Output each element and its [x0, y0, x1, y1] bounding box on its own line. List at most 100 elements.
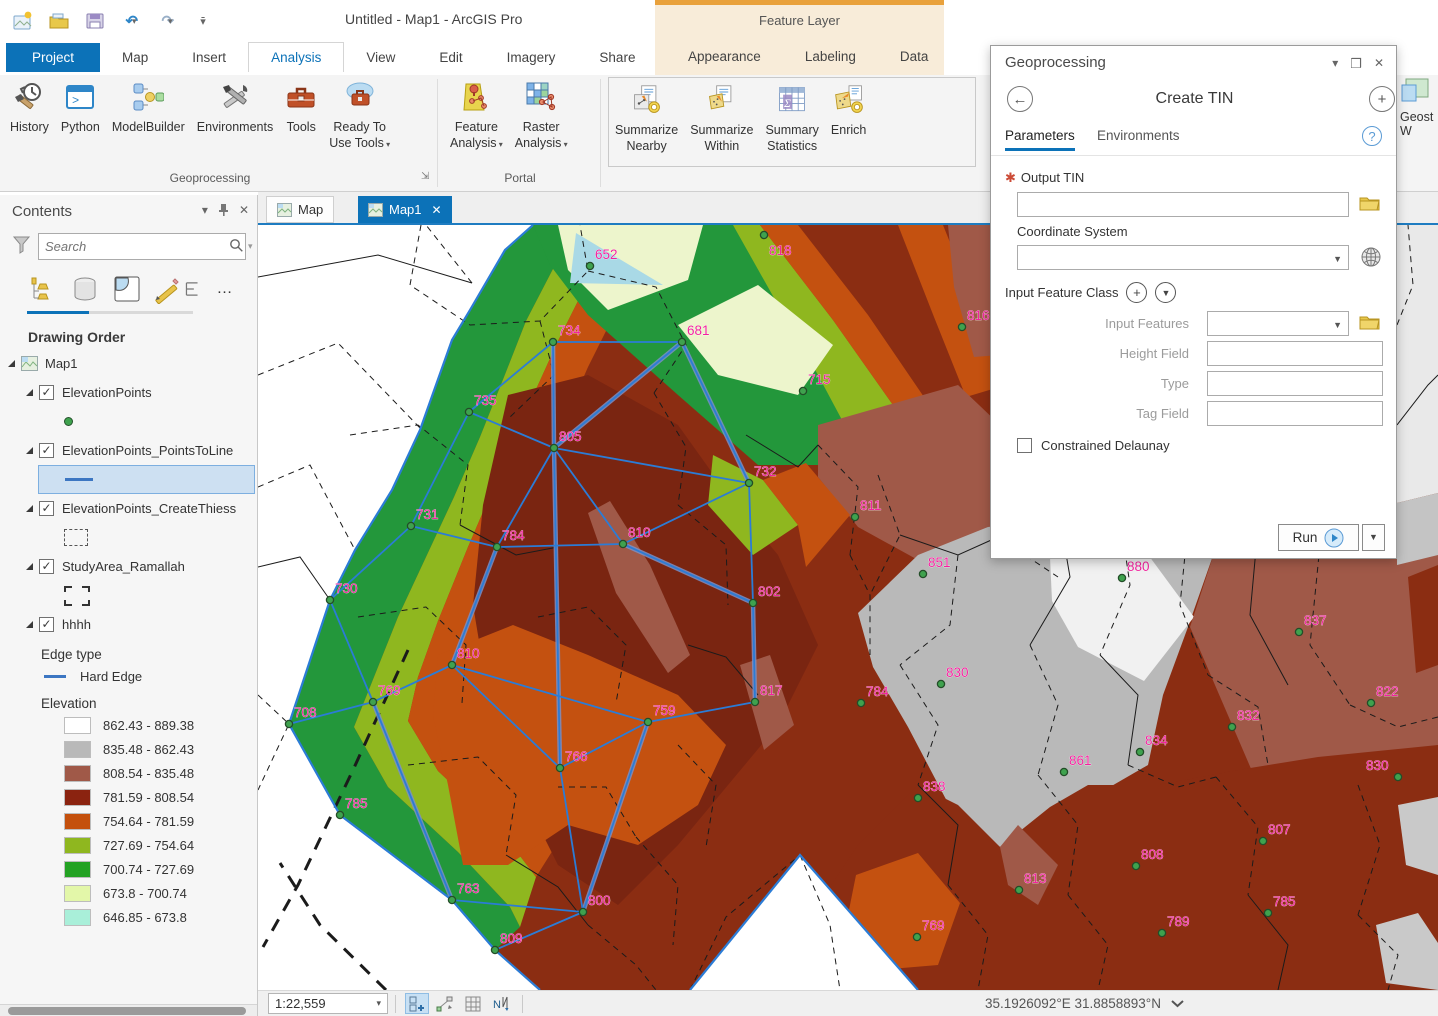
tree-item-elevationpoints-createthiess[interactable]: ✓ ElevationPoints_CreateThiess	[0, 494, 257, 523]
run-button[interactable]: Run	[1278, 524, 1359, 551]
type-input[interactable]	[1207, 371, 1383, 396]
constrained-delaunay-checkbox[interactable]	[1017, 438, 1032, 453]
elevation-point-731[interactable]	[406, 521, 416, 531]
grid-icon[interactable]	[461, 993, 485, 1014]
coordinate-system-select[interactable]: ▼	[1017, 245, 1349, 270]
close-icon[interactable]: ✕	[1374, 56, 1384, 72]
ribbon-button-modelbuilder[interactable]: ModelBuilder	[106, 75, 191, 138]
ribbon-tab-edit[interactable]: Edit	[417, 43, 484, 72]
layer-visibility-checkbox[interactable]: ✓	[39, 559, 54, 574]
panel-menu-icon[interactable]: ▾	[1332, 56, 1338, 72]
elevation-point-708[interactable]	[284, 719, 294, 729]
elevation-point-802[interactable]	[748, 598, 758, 608]
expander-icon[interactable]	[26, 563, 33, 570]
close-tab-icon[interactable]: ✕	[432, 203, 442, 217]
contents-menu-icon[interactable]: ▾	[202, 203, 208, 219]
help-icon[interactable]: ?	[1362, 126, 1382, 146]
browse-folder-icon[interactable]	[1359, 194, 1380, 214]
elevation-point-813[interactable]	[1014, 885, 1024, 895]
list-by-editing-icon[interactable]	[150, 273, 184, 305]
ribbon-button-summarize-nearby[interactable]: Summarize Nearby	[609, 78, 684, 166]
tree-item-hhhh[interactable]: ✓ hhhh	[0, 610, 257, 639]
height-field-input[interactable]	[1207, 341, 1383, 366]
elevation-point-784b[interactable]	[856, 698, 866, 708]
dialog-launcher-icon[interactable]: ⇲	[421, 171, 429, 182]
ribbon-tab-share[interactable]: Share	[577, 43, 657, 72]
search-icon[interactable]	[229, 238, 244, 256]
elevation-point-832[interactable]	[1227, 722, 1237, 732]
elevation-point-735[interactable]	[464, 407, 474, 417]
search-dropdown-icon[interactable]: ▾	[248, 241, 253, 252]
elevation-point-784a[interactable]	[492, 542, 502, 552]
ribbon-button-feature-analysis[interactable]: Feature Analysis ▾	[444, 75, 509, 153]
elevation-point-785b[interactable]	[1263, 908, 1273, 918]
elevation-point-766[interactable]	[555, 763, 565, 773]
elevation-point-681[interactable]	[677, 337, 687, 347]
layer-visibility-checkbox[interactable]: ✓	[39, 501, 54, 516]
ribbon-button-summarize-within[interactable]: Summarize Within	[684, 78, 759, 166]
ribbon-tab-analysis[interactable]: Analysis	[248, 42, 345, 72]
more-options-icon[interactable]: …	[208, 273, 242, 305]
layer-symbol-row[interactable]	[0, 581, 257, 610]
elevation-point-805[interactable]	[549, 443, 559, 453]
elevation-point-800[interactable]	[578, 907, 588, 917]
tree-item-elevationpoints[interactable]: ✓ ElevationPoints	[0, 378, 257, 407]
elevation-point-810a[interactable]	[618, 539, 628, 549]
tab-map[interactable]: Map	[266, 196, 335, 223]
elevation-point-837[interactable]	[1294, 627, 1304, 637]
elevation-point-769b[interactable]	[912, 932, 922, 942]
globe-icon[interactable]	[1360, 246, 1382, 271]
ribbon-tab-data[interactable]: Data	[878, 42, 951, 71]
elevation-point-851[interactable]	[918, 569, 928, 579]
undo-button[interactable]: ↶ ▾	[118, 8, 144, 34]
open-project-icon[interactable]	[46, 8, 72, 34]
expander-icon[interactable]	[26, 621, 33, 628]
elevation-point-838[interactable]	[913, 793, 923, 803]
elevation-point-789[interactable]	[1157, 928, 1167, 938]
elevation-point-652[interactable]	[585, 261, 595, 271]
elevation-point-730[interactable]	[325, 595, 335, 605]
add-to-model-icon[interactable]: +	[1369, 86, 1395, 112]
sketch-icon[interactable]	[433, 993, 457, 1014]
output-tin-input[interactable]	[1017, 192, 1349, 217]
ribbon-button-raster-analysis[interactable]: Raster Analysis ▾	[509, 75, 574, 153]
elevation-point-817[interactable]	[750, 697, 760, 707]
tab-environments[interactable]: Environments	[1097, 128, 1180, 143]
elevation-point-880[interactable]	[1117, 573, 1127, 583]
elevation-point-818[interactable]	[759, 230, 769, 240]
contents-horizontal-scrollbar[interactable]	[0, 1004, 257, 1016]
elevation-point-763[interactable]	[447, 895, 457, 905]
scale-select[interactable]: 1:22,559 ▾	[268, 993, 388, 1014]
list-by-labeling-icon[interactable]	[184, 273, 200, 305]
expander-icon[interactable]	[26, 389, 33, 396]
elevation-point-811[interactable]	[850, 512, 860, 522]
ribbon-button-summary-statistics[interactable]: Σ Summary Statistics	[759, 78, 824, 166]
customize-qat-icon[interactable]: ▾̄	[190, 8, 216, 34]
snapping-toggle-icon[interactable]	[405, 993, 429, 1014]
line-symbol[interactable]	[65, 478, 93, 481]
ribbon-button-history[interactable]: History	[4, 75, 55, 138]
ribbon-button-enrich[interactable]: Enrich	[825, 78, 872, 166]
tree-item-studyarea-ramallah[interactable]: ✓ StudyArea_Ramallah	[0, 552, 257, 581]
expander-icon[interactable]	[26, 505, 33, 512]
point-symbol[interactable]	[64, 417, 73, 426]
elevation-point-759[interactable]	[643, 717, 653, 727]
list-by-selection-icon[interactable]	[110, 273, 144, 305]
extent-symbol[interactable]	[64, 585, 90, 606]
elevation-point-822[interactable]	[1366, 698, 1376, 708]
north-arrow-icon[interactable]: N	[489, 993, 513, 1014]
tab-map1[interactable]: Map1 ✕	[358, 196, 452, 223]
ribbon-button-environments[interactable]: Environments	[191, 75, 279, 138]
close-icon[interactable]: ✕	[239, 203, 249, 219]
collapse-rows-icon[interactable]: ▼	[1155, 282, 1177, 303]
ribbon-tab-project[interactable]: Project	[6, 43, 101, 72]
ribbon-button-tools[interactable]: Tools	[279, 75, 323, 138]
layer-visibility-checkbox[interactable]: ✓	[39, 385, 54, 400]
elevation-point-834[interactable]	[1135, 747, 1145, 757]
layer-symbol-row[interactable]	[0, 523, 257, 552]
elevation-point-715[interactable]	[798, 386, 808, 396]
elevation-point-809[interactable]	[490, 945, 500, 955]
tree-item-map1[interactable]: Map1	[0, 349, 257, 378]
pin-icon[interactable]	[218, 203, 229, 219]
geostatistical-wizard-button-clipped[interactable]: Geost W	[1400, 77, 1438, 169]
